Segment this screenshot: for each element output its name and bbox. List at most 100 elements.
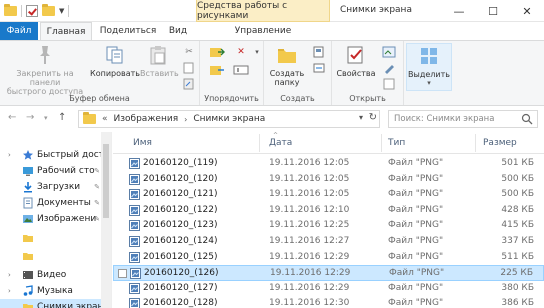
edit-icon[interactable] [378, 61, 400, 75]
nav-item-label: Загрузки [37, 182, 81, 192]
scrollbar-thumb[interactable] [103, 144, 109, 218]
tab-share[interactable]: Поделиться [96, 22, 160, 40]
up-arrow-icon[interactable]: ↑ [58, 112, 66, 123]
copy-label: Копировать [90, 69, 140, 78]
tab-view[interactable]: Вид [162, 22, 194, 40]
nav-item[interactable]: Рабочий сто ✎ [0, 163, 111, 180]
folder-icon [22, 232, 34, 247]
select-button[interactable]: Выделить ▾ [406, 43, 452, 91]
nav-item[interactable]: › Музыка [0, 283, 111, 300]
expand-arrow-icon[interactable]: › [8, 151, 11, 159]
minimize-button[interactable]: — [442, 0, 476, 22]
folder-icon[interactable] [4, 4, 17, 16]
nav-item[interactable]: Загрузки ✎ [0, 179, 111, 195]
nav-item[interactable] [0, 231, 111, 247]
expand-arrow-icon[interactable]: › [8, 271, 11, 279]
file-row[interactable]: 20160120_(121) 19.11.2016 12:05 Файл "PNG"… [113, 187, 544, 203]
expand-arrow-icon[interactable]: › [8, 287, 11, 295]
file-row[interactable]: 20160120_(122) 19.11.2016 12:10 Файл "PNG"… [113, 203, 544, 219]
properties-button[interactable]: Свойства [334, 45, 378, 78]
paste-button[interactable]: Вставить [140, 45, 179, 78]
cut-icon[interactable]: ✂ [178, 45, 200, 59]
new-folder-icon[interactable] [42, 4, 55, 16]
maximize-button[interactable]: ☐ [476, 0, 510, 22]
file-size: 501 КБ [501, 158, 534, 168]
new-item-icon[interactable] [308, 45, 330, 59]
properties-icon [347, 46, 363, 64]
nav-item[interactable]: Изображени ✎ [0, 211, 111, 227]
easy-access-icon[interactable] [308, 61, 330, 75]
file-date: 19.11.2016 12:29 [270, 268, 351, 279]
nav-item[interactable]: Снимки экрана [0, 299, 111, 308]
qat-dropdown-icon[interactable]: ▼ [59, 7, 64, 15]
file-row[interactable]: 20160120_(127) 19.11.2016 12:29 Файл "PNG"… [113, 281, 544, 297]
select-label: Выделить [408, 70, 450, 79]
breadcrumb-pictures[interactable]: Изображения [114, 114, 179, 124]
file-type: Файл "PNG" [388, 189, 444, 200]
open-icon[interactable] [378, 45, 400, 59]
back-arrow-icon[interactable]: ← [8, 112, 16, 123]
file-type: Файл "PNG" [389, 268, 445, 279]
properties-label: Свойства [336, 69, 376, 78]
column-type[interactable]: Тип [388, 138, 405, 148]
tab-manage[interactable]: Управление [196, 22, 330, 40]
pin-label-line1: Закрепить на панели [16, 69, 74, 87]
copy-button[interactable]: Копировать [90, 45, 140, 78]
history-icon[interactable] [378, 77, 400, 91]
tab-file[interactable]: Файл [0, 22, 38, 40]
address-dropdown-icon[interactable]: ▾ [359, 113, 363, 122]
file-row[interactable]: 20160120_(119) 19.11.2016 12:05 Файл "PNG"… [113, 156, 544, 172]
file-type: Файл "PNG" [388, 282, 444, 293]
png-file-icon [129, 282, 140, 297]
address-field[interactable]: « Изображения › Снимки экрана ▾ ↻ [78, 110, 380, 128]
pinned-icon: ✎ [94, 167, 100, 175]
breadcrumb-screenshots[interactable]: Снимки экрана [193, 114, 265, 124]
file-date: 19.11.2016 12:27 [269, 236, 350, 246]
file-row[interactable]: 20160120_(125) 19.11.2016 12:29 Файл "PNG"… [113, 250, 544, 266]
copy-to-icon[interactable] [206, 63, 228, 77]
nav-item-label: Изображени [37, 214, 97, 224]
column-divider[interactable] [259, 134, 260, 152]
copy-path-icon[interactable] [178, 61, 200, 75]
star-icon [22, 149, 34, 164]
row-checkbox[interactable] [118, 269, 127, 279]
nav-item[interactable]: › Быстрый доступ [0, 147, 111, 164]
recent-dropdown-icon[interactable]: ▾ [44, 114, 48, 122]
music-icon [22, 285, 34, 300]
create-group: Создать папку Создать [264, 41, 332, 105]
file-date: 19.11.2016 12:10 [269, 204, 350, 215]
column-size[interactable]: Размер [483, 138, 517, 148]
column-divider[interactable] [381, 134, 382, 152]
tab-home[interactable]: Главная [40, 22, 92, 41]
nav-item[interactable] [0, 249, 111, 263]
pin-quick-access-button[interactable]: Закрепить на панели быстрого доступа [2, 45, 88, 96]
rename-icon[interactable] [230, 63, 252, 77]
nav-item[interactable]: Документы ✎ [0, 195, 111, 211]
nav-item[interactable]: › Видео [0, 267, 111, 283]
refresh-icon[interactable]: ↻ [369, 112, 377, 123]
paste-shortcut-icon[interactable] [178, 77, 200, 91]
search-input[interactable]: Поиск: Снимки экрана [388, 110, 538, 128]
chevron-icon: « [102, 114, 108, 124]
location-folder-icon [83, 112, 96, 124]
column-name[interactable]: Имя [133, 138, 152, 148]
column-divider[interactable] [475, 134, 476, 152]
file-row[interactable]: 20160120_(123) 19.11.2016 12:25 Файл "PNG"… [113, 218, 544, 234]
file-row[interactable]: 20160120_(128) 19.11.2016 12:30 Файл "PNG"… [113, 296, 544, 308]
file-row[interactable]: 20160120_(120) 19.11.2016 12:05 Файл "PNG"… [113, 172, 544, 188]
desktop-icon [22, 165, 34, 180]
breadcrumb-separator-icon[interactable]: › [184, 115, 187, 124]
column-date[interactable]: Дата [269, 138, 292, 148]
forward-arrow-icon[interactable]: → [26, 112, 34, 123]
file-name: 20160120_(124) [143, 236, 218, 246]
title-bar: ▼ Средства работы с рисунками Снимки экр… [0, 0, 544, 22]
file-row[interactable]: 20160120_(126) 19.11.2016 12:29 Файл "PNG"… [113, 265, 544, 281]
close-button[interactable]: ✕ [510, 0, 544, 22]
file-row[interactable]: 20160120_(124) 19.11.2016 12:27 Файл "PNG"… [113, 234, 544, 250]
properties-check-icon[interactable] [26, 5, 38, 17]
organize-group: ✕ ▾ Упорядочить [200, 41, 264, 105]
navigation-scrollbar[interactable] [101, 132, 111, 308]
window-controls: — ☐ ✕ [442, 0, 544, 22]
new-folder-button[interactable]: Создать папку [266, 45, 308, 87]
move-to-icon[interactable] [206, 45, 228, 59]
